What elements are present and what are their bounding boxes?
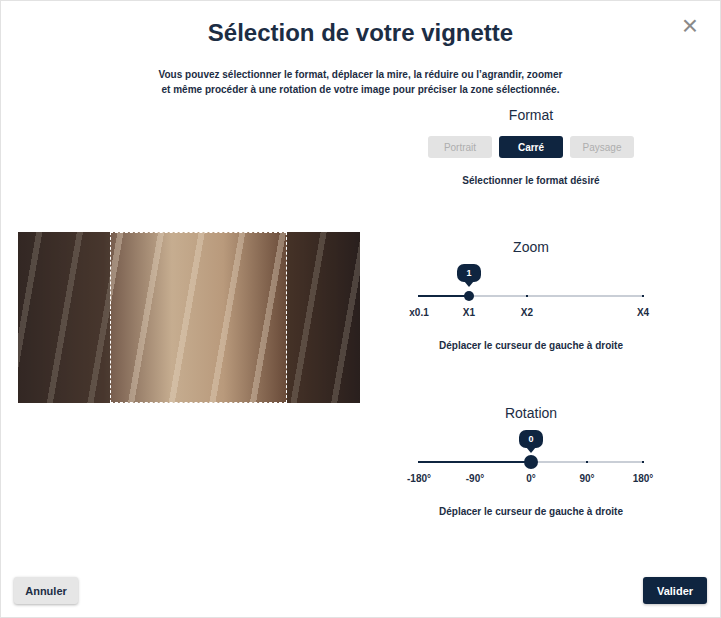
- instructions: Vous pouvez sélectionner le format, dépl…: [1, 67, 720, 97]
- settings-panel: Format Portrait Carré Paysage Sélectionner l…: [381, 105, 681, 520]
- secondary-button[interactable]: Annuler: [14, 577, 78, 604]
- format-title: Format: [509, 105, 553, 125]
- dialog-title: Sélection de votre vignette: [1, 18, 720, 48]
- tick-label: -180°: [407, 471, 431, 487]
- slider-section: Rotation0-180°-90°0°90°180°Déplacer le c…: [419, 403, 643, 520]
- image-panel: [18, 105, 360, 520]
- slider-tick: [642, 461, 644, 463]
- slider-track: [419, 295, 643, 297]
- slider-thumb[interactable]: [524, 455, 538, 469]
- close-button[interactable]: ×: [678, 11, 702, 41]
- crop-dialog: ×Sélection de votre vignette Vous pouvez …: [0, 0, 721, 618]
- value-bubble: 0: [519, 430, 543, 448]
- tick-label: x0.1: [409, 305, 428, 321]
- slider-tick: [586, 461, 588, 463]
- format-options: Portrait Carré Paysage: [428, 136, 634, 158]
- tick-label: -90°: [466, 471, 484, 487]
- slider-title: Rotation: [505, 403, 557, 423]
- dialog-body: Format Portrait Carré Paysage Sélectionner l…: [1, 105, 720, 520]
- slider-tick: [526, 295, 528, 297]
- primary-button[interactable]: Valider: [643, 577, 707, 604]
- value-bubble: 1: [457, 264, 481, 282]
- format-button[interactable]: Paysage: [570, 136, 634, 158]
- tick-label: 90°: [579, 471, 594, 487]
- tick-label: X1: [463, 305, 475, 321]
- format-button[interactable]: Carré: [499, 136, 563, 158]
- slider-tick: [642, 295, 644, 297]
- slider-tick: [418, 295, 420, 297]
- tick-label: X4: [637, 305, 649, 321]
- slider-tick: [474, 461, 476, 463]
- slider-fill: [419, 295, 469, 297]
- slider-title: Zoom: [513, 237, 549, 257]
- instruction-line: et même procéder à une rotation de votre…: [1, 82, 720, 97]
- format-button[interactable]: Portrait: [428, 136, 492, 158]
- slider-hint: Déplacer le curseur de gauche à droite: [439, 338, 623, 354]
- crop-frame[interactable]: [110, 232, 287, 403]
- tick-labels: x0.1X1X2X4: [419, 305, 643, 321]
- slider[interactable]: 0: [419, 423, 643, 471]
- instruction-line: Vous pouvez sélectionner le format, dépl…: [1, 67, 720, 82]
- format-hint: Sélectionner le format désiré: [462, 173, 599, 189]
- slider-hint: Déplacer le curseur de gauche à droite: [439, 504, 623, 520]
- tick-label: 180°: [633, 471, 654, 487]
- tick-labels: -180°-90°0°90°180°: [419, 471, 643, 487]
- slider-section: Zoom1x0.1X1X2X4Déplacer le curseur de ga…: [419, 237, 643, 354]
- tick-label: 0°: [526, 471, 536, 487]
- dialog-footer: Annuler Valider: [1, 577, 720, 617]
- tick-label: X2: [521, 305, 533, 321]
- slider-thumb[interactable]: [464, 291, 474, 301]
- slider[interactable]: 1: [419, 257, 643, 305]
- photo: [18, 232, 360, 403]
- slider-tick: [418, 461, 420, 463]
